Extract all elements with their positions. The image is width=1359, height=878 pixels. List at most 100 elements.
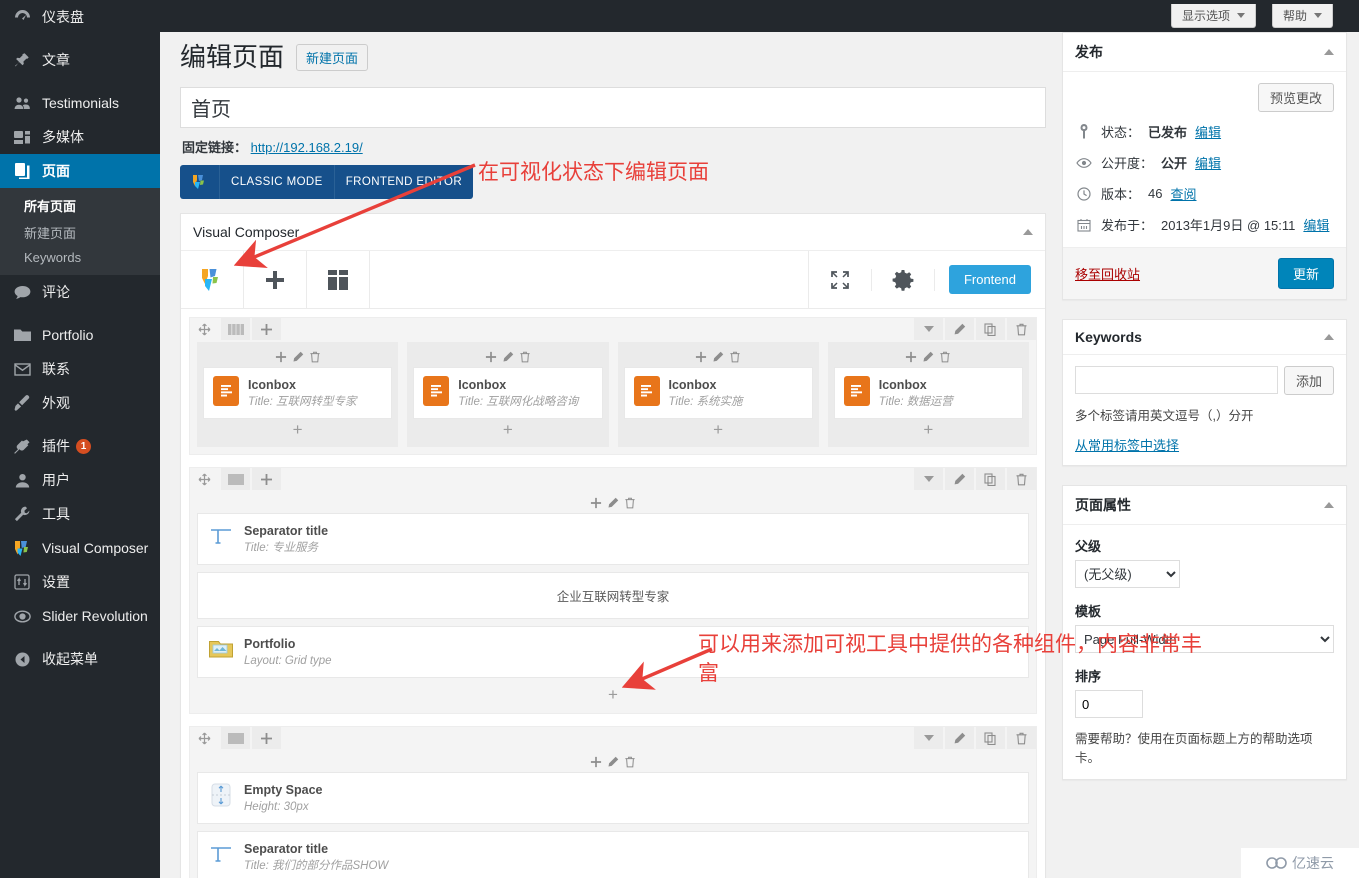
add-element-to-column[interactable]: + [203, 419, 392, 441]
add-element-icon[interactable] [905, 351, 917, 363]
preview-changes-button[interactable]: 预览更改 [1257, 83, 1334, 112]
edit-element-icon[interactable] [292, 351, 304, 363]
row-collapse-icon[interactable] [914, 468, 943, 491]
sidebar-item-6[interactable]: Portfolio [0, 318, 160, 352]
frontend-editor-button[interactable]: FRONTEND EDITOR [335, 165, 473, 199]
add-element-to-row[interactable]: + [190, 684, 1036, 706]
sidebar-item-12[interactable]: Visual Composer [0, 531, 160, 565]
sidebar-item-0[interactable]: 仪表盘 [0, 0, 160, 34]
sidebar-item-8[interactable]: 外观 [0, 386, 160, 420]
sidebar-item-11[interactable]: 工具 [0, 497, 160, 531]
published-edit-link[interactable]: 编辑 [1303, 215, 1329, 234]
parent-select[interactable]: (无父级) [1075, 560, 1180, 588]
row-layout-icon[interactable] [221, 318, 250, 341]
order-input[interactable] [1075, 690, 1143, 718]
vc-element-text-block[interactable]: 企业互联网转型专家 [197, 572, 1029, 620]
move-row-icon[interactable] [190, 468, 219, 490]
clone-row-icon[interactable] [976, 468, 1005, 491]
edit-element-icon[interactable] [922, 351, 934, 363]
sidebar-item-3[interactable]: 多媒体 [0, 120, 160, 154]
status-edit-link[interactable]: 编辑 [1195, 122, 1221, 141]
sidebar-item-4[interactable]: 页面 [0, 154, 168, 188]
delete-element-icon[interactable] [519, 351, 531, 363]
add-element-to-row-icon[interactable] [252, 468, 281, 491]
move-row-icon[interactable] [190, 727, 219, 749]
add-element-icon[interactable] [244, 251, 307, 309]
sidebar-submenu-item-0[interactable]: 所有页面 [0, 192, 160, 219]
frontend-button[interactable]: Frontend [948, 265, 1031, 295]
sidebar-item-10[interactable]: 用户 [0, 463, 160, 497]
sidebar-item-1[interactable]: 文章 [0, 43, 160, 77]
edit-element-icon[interactable] [607, 497, 619, 509]
vc-logo-icon[interactable] [181, 251, 244, 309]
edit-element-icon[interactable] [502, 351, 514, 363]
visibility-edit-link[interactable]: 编辑 [1195, 153, 1221, 172]
sidebar-item-14[interactable]: Slider Revolution [0, 599, 160, 633]
edit-row-icon[interactable] [945, 318, 974, 341]
keywords-input[interactable] [1075, 366, 1278, 394]
clone-row-icon[interactable] [976, 727, 1005, 750]
collapse-toggle-icon[interactable] [1324, 334, 1334, 340]
sidebar-item-15[interactable]: 收起菜单 [0, 642, 160, 676]
vc-element[interactable]: Iconbox Title: 互联网转型专家 [203, 367, 393, 420]
add-element-icon[interactable] [590, 497, 602, 509]
fullscreen-icon[interactable] [809, 268, 872, 291]
clone-row-icon[interactable] [976, 318, 1005, 341]
delete-element-icon[interactable] [729, 351, 741, 363]
row-layout-icon[interactable] [221, 468, 250, 491]
delete-element-icon[interactable] [624, 756, 636, 768]
sidebar-item-5[interactable]: 评论 [0, 275, 160, 309]
add-keyword-button[interactable]: 添加 [1283, 366, 1334, 395]
vc-element[interactable]: Separator title Title: 专业服务 [197, 513, 1029, 566]
add-element-to-row-icon[interactable] [252, 318, 281, 341]
collapse-toggle-icon[interactable] [1023, 229, 1033, 236]
delete-row-icon[interactable] [1007, 318, 1036, 341]
add-element-to-column[interactable]: + [413, 419, 602, 441]
row-layout-icon[interactable] [221, 727, 250, 750]
add-element-icon[interactable] [485, 351, 497, 363]
template-select[interactable]: Page Full-Width [1075, 625, 1334, 653]
delete-element-icon[interactable] [309, 351, 321, 363]
edit-row-icon[interactable] [945, 727, 974, 750]
row-collapse-icon[interactable] [914, 727, 943, 750]
sidebar-item-2[interactable]: Testimonials [0, 86, 160, 120]
collapse-toggle-icon[interactable] [1324, 502, 1334, 508]
row-collapse-icon[interactable] [914, 318, 943, 341]
vc-element[interactable]: Portfolio Layout: Grid type [197, 626, 1029, 679]
gear-icon[interactable] [872, 268, 935, 291]
delete-row-icon[interactable] [1007, 727, 1036, 750]
choose-from-common-tags-link[interactable]: 从常用标签中选择 [1075, 435, 1334, 454]
sidebar-submenu-item-1[interactable]: 新建页面 [0, 219, 160, 246]
update-button[interactable]: 更新 [1277, 258, 1334, 289]
revisions-browse-link[interactable]: 查阅 [1170, 184, 1196, 203]
edit-element-icon[interactable] [712, 351, 724, 363]
add-element-to-row-icon[interactable] [252, 727, 281, 750]
sidebar-item-9[interactable]: 插件 1 [0, 429, 160, 463]
post-title-input[interactable] [180, 87, 1046, 129]
vc-element[interactable]: Iconbox Title: 数据运营 [833, 367, 1023, 420]
edit-element-icon[interactable] [607, 756, 619, 768]
collapse-toggle-icon[interactable] [1324, 49, 1334, 55]
sidebar-item-13[interactable]: 设置 [0, 565, 160, 599]
add-element-to-column[interactable]: + [624, 419, 813, 441]
add-element-icon[interactable] [590, 756, 602, 768]
edit-row-icon[interactable] [945, 468, 974, 491]
delete-element-icon[interactable] [939, 351, 951, 363]
delete-element-icon[interactable] [624, 497, 636, 509]
add-element-to-column[interactable]: + [834, 419, 1023, 441]
add-template-icon[interactable] [307, 251, 370, 309]
vc-element[interactable]: Iconbox Title: 系统实施 [623, 367, 813, 420]
vc-element[interactable]: Empty Space Height: 30px [197, 772, 1029, 825]
add-new-page-button[interactable]: 新建页面 [296, 44, 369, 72]
move-to-trash-link[interactable]: 移至回收站 [1075, 264, 1140, 283]
move-row-icon[interactable] [190, 318, 219, 340]
screen-options-button[interactable]: 显示选项 [1171, 4, 1257, 28]
add-element-icon[interactable] [695, 351, 707, 363]
sidebar-item-7[interactable]: 联系 [0, 352, 160, 386]
permalink-link[interactable]: http://192.168.2.19/ [251, 140, 363, 155]
vc-element[interactable]: Iconbox Title: 互联网化战略咨询 [413, 367, 603, 420]
delete-row-icon[interactable] [1007, 468, 1036, 491]
help-button[interactable]: 帮助 [1272, 4, 1334, 28]
add-element-icon[interactable] [275, 351, 287, 363]
sidebar-submenu-item-2[interactable]: Keywords [0, 246, 160, 269]
